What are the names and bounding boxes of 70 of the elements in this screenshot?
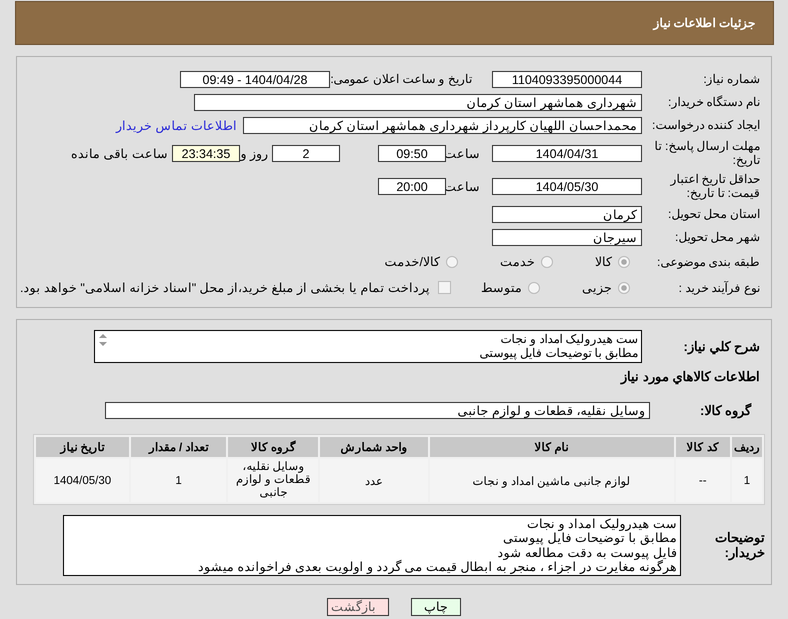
table-cell: -- — [676, 459, 730, 502]
column-header: کد کالا — [676, 437, 730, 457]
summary-textarea[interactable]: ست هیدرولیک امداد و نجات مطابق با توضیحات فایل پیوستی — [94, 330, 642, 363]
checkbox-label: پرداخت تمام یا بخشی از مبلغ خرید،از محل "اسناد خزانه اسلامی" خواهد بود. — [20, 280, 430, 295]
province-field: کرمان — [492, 206, 642, 222]
text-line: مطابق با توضیحات فایل پیوستی — [478, 346, 638, 360]
radio-button[interactable] — [541, 256, 553, 268]
column-header: گروه کالا — [228, 437, 318, 457]
radio-button[interactable] — [528, 282, 540, 294]
field-label: نام دستگاه خریدار: — [666, 95, 761, 109]
column-header: تاریخ نیاز — [36, 437, 129, 457]
radio-label: خدمت — [500, 254, 535, 269]
field-label: نوع فرآیند خرید : — [678, 280, 761, 294]
print-button[interactable]: چاپ — [411, 598, 461, 616]
table-cell: عدد — [320, 459, 428, 502]
field-label: استان محل تحویل: — [666, 207, 761, 221]
city-field: سیرجان — [492, 228, 642, 246]
time-label: ساعت — [446, 146, 481, 160]
checkbox[interactable] — [438, 281, 451, 294]
radio-label: جزیی — [582, 280, 612, 295]
table-cell: لوازم جانبی ماشین امداد و نجات — [430, 459, 674, 502]
column-header: واحد شمارش — [320, 437, 428, 457]
days-field: 2 — [272, 144, 340, 162]
validity-time-field: 20:00 — [378, 178, 446, 194]
time-label: ساعت — [446, 178, 481, 194]
remaining-label: ساعت باقی مانده — [70, 146, 169, 160]
radio-button[interactable] — [446, 256, 458, 268]
deadline-date-field: 1404/04/31 — [492, 144, 642, 162]
text-line: فایل پیوست به دقت مطالعه شود — [496, 546, 677, 560]
table-cell: 1 — [130, 459, 226, 502]
field-label: شماره نیاز: — [702, 72, 761, 86]
goods-group-field: وسایل نقلیه، قطعات و لوازم جانبی — [105, 402, 650, 418]
days-label: روز و — [240, 146, 269, 160]
field-label: مهلت ارسال پاسخ: تا تاریخ: — [654, 139, 761, 167]
radio-button[interactable] — [618, 282, 630, 294]
column-header: نام کالا — [430, 437, 674, 457]
radio-label: کالا — [595, 254, 612, 269]
field-label: حداقل تاریخ اعتبار قیمت: تا تاریخ: — [669, 172, 761, 200]
need-number-field: 1104093395000044 — [492, 70, 642, 88]
field-label: تاریخ و ساعت اعلان عمومی: — [330, 72, 473, 86]
buyer-contact-link[interactable]: اطلاعات تماس خریدار — [116, 118, 237, 132]
column-header: تعداد / مقدار — [130, 437, 226, 457]
radio-label: متوسط — [481, 280, 522, 295]
scroll-arrows-icon[interactable] — [97, 332, 109, 348]
table-cell: 1 — [732, 459, 762, 502]
buyer-org-field: شهرداری هماشهر استان کرمان — [194, 94, 642, 110]
buyer-notes-textarea[interactable]: ست هیدرولیک امداد و نجات مطابق با توضیحات فایل پیوستی فایل پیوست به دقت مطالعه شود هرگونه مغایرت در اجزاء ، منجر به ابطال قیمت می گردد و اولویت بعدی فراخوانده میشود — [63, 514, 681, 576]
field-label: شرح کلي نياز: — [682, 339, 761, 354]
field-label: گروه کالا: — [699, 402, 752, 418]
creator-field: محمداحسان اللهیان کارپرداز شهرداری هماشهر استان کرمان — [243, 116, 642, 134]
column-header: ردیف — [732, 437, 762, 457]
text-line: ست هیدرولیک امداد و نجات — [526, 516, 677, 531]
section-heading: اطلاعات کالاهاي مورد نياز — [621, 369, 760, 384]
remaining-time-field: 23:34:35 — [172, 144, 240, 162]
deadline-time-field: 09:50 — [378, 144, 446, 162]
text-line: مطابق با توضیحات فایل پیوستی — [502, 531, 677, 546]
table-cell: وسایل نقلیه، قطعات و لوازم جانبی — [228, 459, 318, 502]
announce-date-field: 1404/04/28 - 09:49 — [180, 70, 330, 88]
field-label: توضیحات خریدار: — [714, 530, 766, 560]
field-label: ایجاد کننده درخواست: — [650, 118, 761, 132]
validity-date-field: 1404/05/30 — [492, 178, 642, 194]
page-title: جزئیات اطلاعات نیاز — [653, 16, 755, 30]
table-cell: 1404/05/30 — [36, 459, 129, 502]
text-line: هرگونه مغایرت در اجزاء ، منجر به ابطال قیمت می گردد و اولویت بعدی فراخوانده میشود — [196, 560, 677, 574]
text-line: ست هیدرولیک امداد و نجات — [500, 332, 638, 346]
back-button[interactable]: بازگشت — [327, 598, 389, 616]
field-label: طبقه بندی موضوعی: — [656, 254, 761, 268]
radio-label: کالا/خدمت — [384, 254, 440, 269]
field-label: شهر محل تحویل: — [674, 230, 761, 244]
radio-button[interactable] — [618, 256, 630, 268]
